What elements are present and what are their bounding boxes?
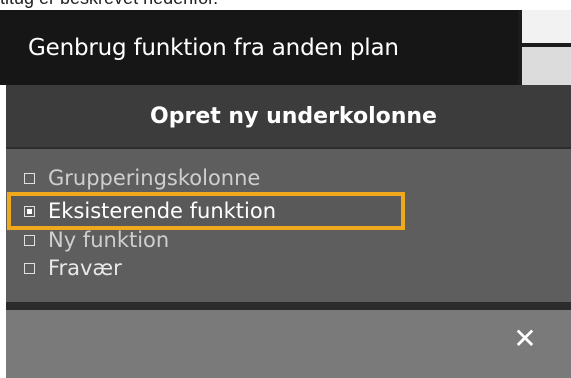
option-grupperingskolonne[interactable]: Grupperingskolonne [24,163,260,193]
footer-divider [6,302,571,310]
option-label: Grupperingskolonne [48,166,261,190]
option-label: Fravær [48,256,122,280]
radio-selected-icon[interactable] [24,205,35,217]
radio-unselected-icon[interactable] [24,234,35,246]
dialog-title: Opret ny underkolonne [150,103,437,129]
tab-stub[interactable] [518,10,571,85]
option-eksisterende-funktion[interactable]: Eksisterende funktion [24,196,276,226]
radio-unselected-icon[interactable] [24,262,35,274]
caption-text: titug er beskrevet nedenfor. [0,0,218,10]
close-icon[interactable]: ✕ [509,322,541,355]
option-label: Ny funktion [48,228,170,252]
option-list: Grupperingskolonne Eksisterende funktion… [6,149,571,302]
tab-genbrug-funktion[interactable]: Genbrug funktion fra anden plan [0,10,518,85]
tab-label: Genbrug funktion fra anden plan [28,34,399,61]
dialog-header: Opret ny underkolonne [6,85,571,147]
option-ny-funktion[interactable]: Ny funktion [24,225,169,255]
tab-bar: Genbrug funktion fra anden plan [0,10,571,85]
radio-unselected-icon[interactable] [24,172,35,184]
create-subcolumn-dialog: Opret ny underkolonne Grupperingskolonne… [6,85,571,378]
dialog-footer: ✕ [6,310,571,378]
option-fravaer[interactable]: Fravær [24,253,122,283]
option-label: Eksisterende funktion [48,199,277,223]
